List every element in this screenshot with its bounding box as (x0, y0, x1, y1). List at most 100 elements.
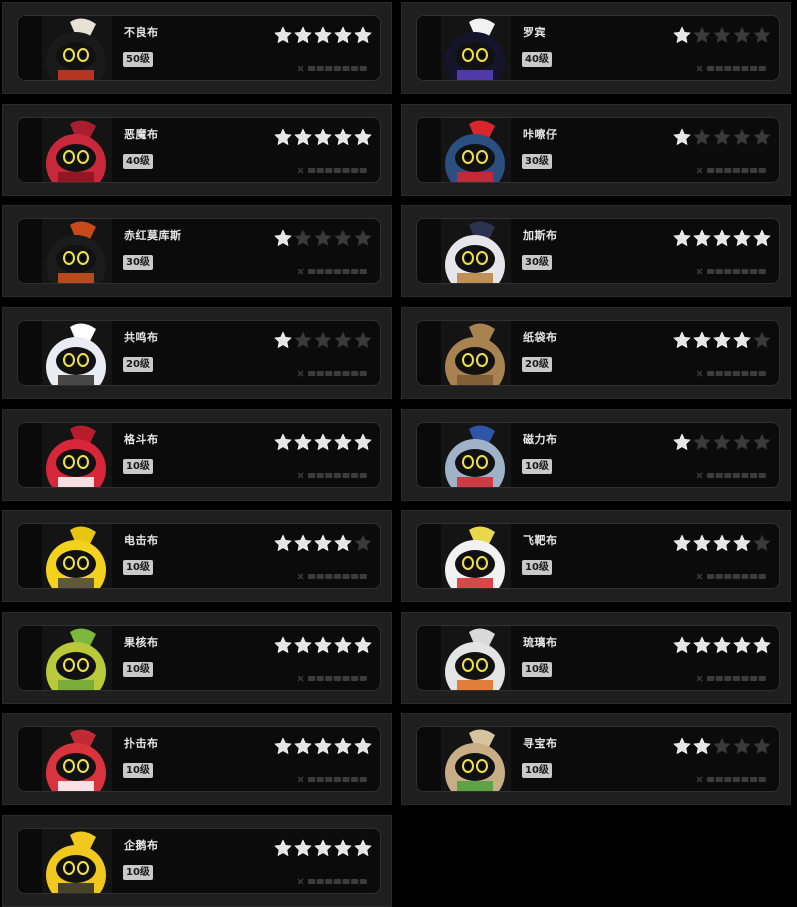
pal-card[interactable]: 赤红莫库斯 30级 (2, 205, 392, 297)
pal-name: 企鹅布 (124, 839, 159, 852)
star-filled-icon (713, 331, 731, 349)
pal-card[interactable]: 扑击布 10级 (2, 713, 392, 805)
pal-name: 纸袋布 (523, 331, 558, 344)
star-empty-icon (334, 229, 352, 247)
pal-card[interactable]: 罗宾 40级 (401, 2, 791, 94)
pal-card[interactable]: 果核布 10级 (2, 612, 392, 704)
pal-portrait-image (18, 423, 112, 487)
pal-card-panel: 扑击布 10级 (17, 726, 381, 792)
pal-card[interactable]: 飞靶布 10级 (401, 510, 791, 602)
pal-name: 寻宝布 (523, 737, 558, 750)
pal-card[interactable]: 不良布 50级 (2, 2, 392, 94)
pal-level-badge: 30级 (123, 255, 153, 270)
pal-name: 共鸣布 (124, 331, 159, 344)
star-filled-icon (334, 737, 352, 755)
pal-name: 磁力布 (523, 433, 558, 446)
pal-card[interactable]: 加斯布 30级 (401, 205, 791, 297)
star-empty-icon (733, 737, 751, 755)
pal-level-badge: 20级 (522, 357, 552, 372)
star-empty-icon (693, 128, 711, 146)
pal-card-panel: 罗宾 40级 (416, 15, 780, 81)
pal-card[interactable]: 纸袋布 20级 (401, 307, 791, 399)
star-empty-icon (693, 26, 711, 44)
star-filled-icon (713, 229, 731, 247)
pal-card-panel: 磁力布 10级 (416, 422, 780, 488)
pal-card-panel: 果核布 10级 (17, 625, 381, 691)
star-rating (673, 737, 771, 755)
pal-portrait-image (417, 321, 511, 385)
star-rating (673, 433, 771, 451)
star-filled-icon (713, 534, 731, 552)
pal-card-panel: 企鹅布 10级 (17, 828, 381, 894)
pal-card[interactable]: 咔嚓仔 30级 (401, 104, 791, 196)
sub-stat-icons (696, 565, 769, 580)
sub-stat-icons (297, 464, 370, 479)
sub-stat-icons (297, 870, 370, 885)
star-filled-icon (274, 26, 292, 44)
star-rating (274, 128, 372, 146)
pal-name: 格斗布 (124, 433, 159, 446)
pal-card-panel: 恶魔布 40级 (17, 117, 381, 183)
sub-stat-icons (696, 159, 769, 174)
star-filled-icon (314, 534, 332, 552)
pal-level-badge: 10级 (522, 763, 552, 778)
pal-level-badge: 50级 (123, 52, 153, 67)
star-rating (673, 636, 771, 654)
pal-card[interactable]: 电击布 10级 (2, 510, 392, 602)
star-rating (673, 331, 771, 349)
pal-card-panel: 电击布 10级 (17, 523, 381, 589)
star-filled-icon (354, 839, 372, 857)
star-rating (274, 737, 372, 755)
pal-card-panel: 不良布 50级 (17, 15, 381, 81)
star-filled-icon (274, 433, 292, 451)
pal-name: 咔嚓仔 (523, 128, 558, 141)
star-empty-icon (733, 433, 751, 451)
sub-stat-icons (297, 57, 370, 72)
pal-card[interactable]: 共鸣布 20级 (2, 307, 392, 399)
pal-portrait-image (417, 219, 511, 283)
star-filled-icon (274, 636, 292, 654)
star-rating (673, 534, 771, 552)
pal-level-badge: 40级 (123, 154, 153, 169)
pal-card-panel: 共鸣布 20级 (17, 320, 381, 386)
star-empty-icon (294, 229, 312, 247)
star-filled-icon (733, 331, 751, 349)
star-filled-icon (334, 26, 352, 44)
star-filled-icon (274, 534, 292, 552)
star-empty-icon (713, 433, 731, 451)
star-rating (673, 229, 771, 247)
pal-level-badge: 10级 (123, 459, 153, 474)
pal-name: 扑击布 (124, 737, 159, 750)
star-filled-icon (334, 636, 352, 654)
sub-stat-icons (696, 768, 769, 783)
star-empty-icon (314, 229, 332, 247)
star-filled-icon (733, 229, 751, 247)
star-filled-icon (274, 229, 292, 247)
pal-card-panel: 赤红莫库斯 30级 (17, 218, 381, 284)
star-filled-icon (294, 534, 312, 552)
star-filled-icon (314, 636, 332, 654)
star-filled-icon (294, 737, 312, 755)
pal-name: 果核布 (124, 636, 159, 649)
pal-name: 罗宾 (523, 26, 546, 39)
pal-card[interactable]: 恶魔布 40级 (2, 104, 392, 196)
star-filled-icon (753, 229, 771, 247)
star-empty-icon (693, 433, 711, 451)
pal-card[interactable]: 企鹅布 10级 (2, 815, 392, 907)
pal-name: 飞靶布 (523, 534, 558, 547)
sub-stat-icons (297, 565, 370, 580)
pal-card[interactable]: 磁力布 10级 (401, 409, 791, 501)
pal-portrait-image (417, 524, 511, 588)
star-filled-icon (354, 26, 372, 44)
sub-stat-icons (297, 159, 370, 174)
sub-stat-icons (297, 260, 370, 275)
pal-card[interactable]: 寻宝布 10级 (401, 713, 791, 805)
star-filled-icon (693, 636, 711, 654)
pal-card[interactable]: 格斗布 10级 (2, 409, 392, 501)
pal-level-badge: 10级 (123, 865, 153, 880)
pal-level-badge: 10级 (123, 662, 153, 677)
sub-stat-icons (696, 667, 769, 682)
pal-name: 恶魔布 (124, 128, 159, 141)
star-empty-icon (753, 331, 771, 349)
pal-card[interactable]: 琉璃布 10级 (401, 612, 791, 704)
